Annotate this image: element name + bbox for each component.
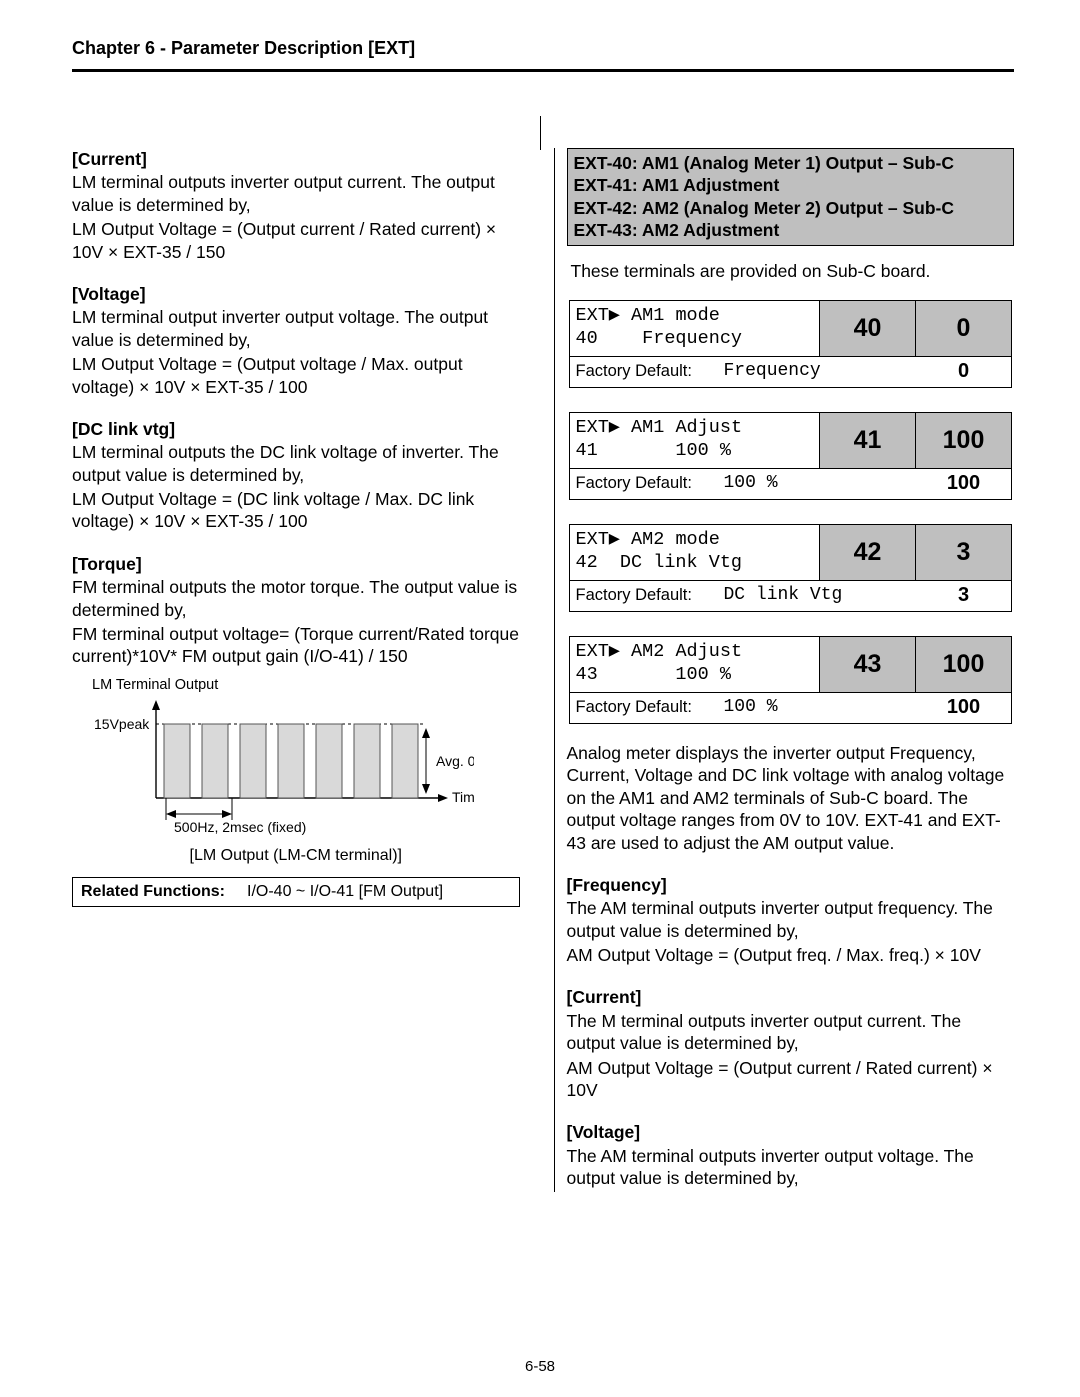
column-divider-top xyxy=(540,116,541,150)
param-block-41: EXT▶ AM1 Adjust 41 100 % 41 100 Factory … xyxy=(567,412,1015,500)
body-text: AM Output Voltage = (Output current / Ra… xyxy=(567,1057,1015,1102)
body-text: LM terminal outputs inverter output curr… xyxy=(72,171,520,216)
body-text: LM terminal outputs the DC link voltage … xyxy=(72,441,520,486)
factory-default-label: Factory Default: xyxy=(570,473,716,494)
param-keypad-value: 100 xyxy=(916,413,1011,468)
page-title: Chapter 6 - Parameter Description [EXT] xyxy=(72,38,1014,72)
factory-default-value: 100 % xyxy=(716,696,917,719)
section-heading: [DC link vtg] xyxy=(72,418,520,440)
chart-svg: 15Vpeak Avg. 0~10V T xyxy=(84,698,474,848)
lcd-display: EXT▶ AM2 mode 42 DC link Vtg xyxy=(570,525,821,580)
section-heading: [Current] xyxy=(72,148,520,170)
related-functions-box: Related Functions: I/O-40 ~ I/O-41 [FM O… xyxy=(72,877,520,907)
parameter-banner: EXT-40: AM1 (Analog Meter 1) Output – Su… xyxy=(567,148,1015,246)
section-heading: [Voltage] xyxy=(567,1121,1015,1143)
param-display-row: EXT▶ AM2 Adjust 43 100 % 43 100 xyxy=(569,636,1013,692)
param-block-42: EXT▶ AM2 mode 42 DC link Vtg 42 3 Factor… xyxy=(567,524,1015,612)
factory-default-value: Frequency xyxy=(716,360,917,383)
body-text: LM Output Voltage = (Output voltage / Ma… xyxy=(72,353,520,398)
chart-title: LM Terminal Output xyxy=(92,676,520,695)
banner-line: EXT-41: AM1 Adjustment xyxy=(574,174,1008,196)
body-text: LM Output Voltage = (DC link voltage / M… xyxy=(72,488,520,533)
banner-line: EXT-40: AM1 (Analog Meter 1) Output – Su… xyxy=(574,152,1008,174)
right-column: EXT-40: AM1 (Analog Meter 1) Output – Su… xyxy=(554,148,1015,1192)
param-display-row: EXT▶ AM1 mode 40 Frequency 40 0 xyxy=(569,300,1013,356)
section-heading: [Torque] xyxy=(72,553,520,575)
chart-x-tick: 500Hz, 2msec (fixed) xyxy=(174,819,306,835)
two-column-layout: [Current] LM terminal outputs inverter o… xyxy=(72,148,1014,1192)
factory-default-number: 100 xyxy=(916,471,1011,497)
chart-x-label: Time xyxy=(452,789,474,805)
factory-default-number: 100 xyxy=(916,695,1011,721)
banner-line: EXT-43: AM2 Adjustment xyxy=(574,219,1008,241)
factory-default-row: Factory Default: 100 % 100 xyxy=(569,468,1013,500)
related-functions-label: Related Functions: xyxy=(81,882,225,902)
factory-default-row: Factory Default: DC link Vtg 3 xyxy=(569,580,1013,612)
chart-caption: [LM Output (LM-CM terminal)] xyxy=(72,846,520,866)
lcd-display: EXT▶ AM2 Adjust 43 100 % xyxy=(570,637,821,692)
factory-default-label: Factory Default: xyxy=(570,697,716,718)
body-text: The M terminal outputs inverter output c… xyxy=(567,1010,1015,1055)
chart-canvas: 15Vpeak Avg. 0~10V T xyxy=(84,698,520,828)
factory-default-label: Factory Default: xyxy=(570,585,716,606)
param-block-43: EXT▶ AM2 Adjust 43 100 % 43 100 Factory … xyxy=(567,636,1015,724)
body-text: LM Output Voltage = (Output current / Ra… xyxy=(72,218,520,263)
section-heading: [Current] xyxy=(567,986,1015,1008)
param-keypad-value: 0 xyxy=(916,301,1011,356)
param-block-40: EXT▶ AM1 mode 40 Frequency 40 0 Factory … xyxy=(567,300,1015,388)
body-text: The AM terminal outputs inverter output … xyxy=(567,1145,1015,1190)
factory-default-label: Factory Default: xyxy=(570,361,716,382)
lm-output-chart: LM Terminal Output 15Vpeak xyxy=(72,676,520,867)
chart-annotation-avg: Avg. 0~10V xyxy=(436,753,474,769)
param-keypad-number: 42 xyxy=(820,525,916,580)
body-text: FM terminal output voltage= (Torque curr… xyxy=(72,623,520,668)
param-display-row: EXT▶ AM1 Adjust 41 100 % 41 100 xyxy=(569,412,1013,468)
factory-default-value: DC link Vtg xyxy=(716,584,917,607)
lcd-display: EXT▶ AM1 Adjust 41 100 % xyxy=(570,413,821,468)
left-column: [Current] LM terminal outputs inverter o… xyxy=(72,148,524,1192)
intro-text: These terminals are provided on Sub-C bo… xyxy=(567,260,1015,282)
factory-default-row: Factory Default: 100 % 100 xyxy=(569,692,1013,724)
chart-y-tick: 15Vpeak xyxy=(94,716,150,732)
factory-default-number: 0 xyxy=(916,359,1011,385)
param-keypad-value: 3 xyxy=(916,525,1011,580)
param-keypad-number: 40 xyxy=(820,301,916,356)
page-number: 6-58 xyxy=(0,1358,1080,1375)
section-heading: [Frequency] xyxy=(567,874,1015,896)
body-text: FM terminal outputs the motor torque. Th… xyxy=(72,576,520,621)
related-functions-value: I/O-40 ~ I/O-41 [FM Output] xyxy=(247,882,443,902)
lcd-display: EXT▶ AM1 mode 40 Frequency xyxy=(570,301,821,356)
factory-default-row: Factory Default: Frequency 0 xyxy=(569,356,1013,388)
body-text: AM Output Voltage = (Output freq. / Max.… xyxy=(567,944,1015,966)
factory-default-value: 100 % xyxy=(716,472,917,495)
section-heading: [Voltage] xyxy=(72,283,520,305)
param-keypad-number: 43 xyxy=(820,637,916,692)
page: Chapter 6 - Parameter Description [EXT] … xyxy=(0,0,1080,1397)
param-keypad-number: 41 xyxy=(820,413,916,468)
param-display-row: EXT▶ AM2 mode 42 DC link Vtg 42 3 xyxy=(569,524,1013,580)
banner-line: EXT-42: AM2 (Analog Meter 2) Output – Su… xyxy=(574,197,1008,219)
param-keypad-value: 100 xyxy=(916,637,1011,692)
body-text: The AM terminal outputs inverter output … xyxy=(567,897,1015,942)
body-text: LM terminal output inverter output volta… xyxy=(72,306,520,351)
description-text: Analog meter displays the inverter outpu… xyxy=(567,742,1015,854)
factory-default-number: 3 xyxy=(916,583,1011,609)
